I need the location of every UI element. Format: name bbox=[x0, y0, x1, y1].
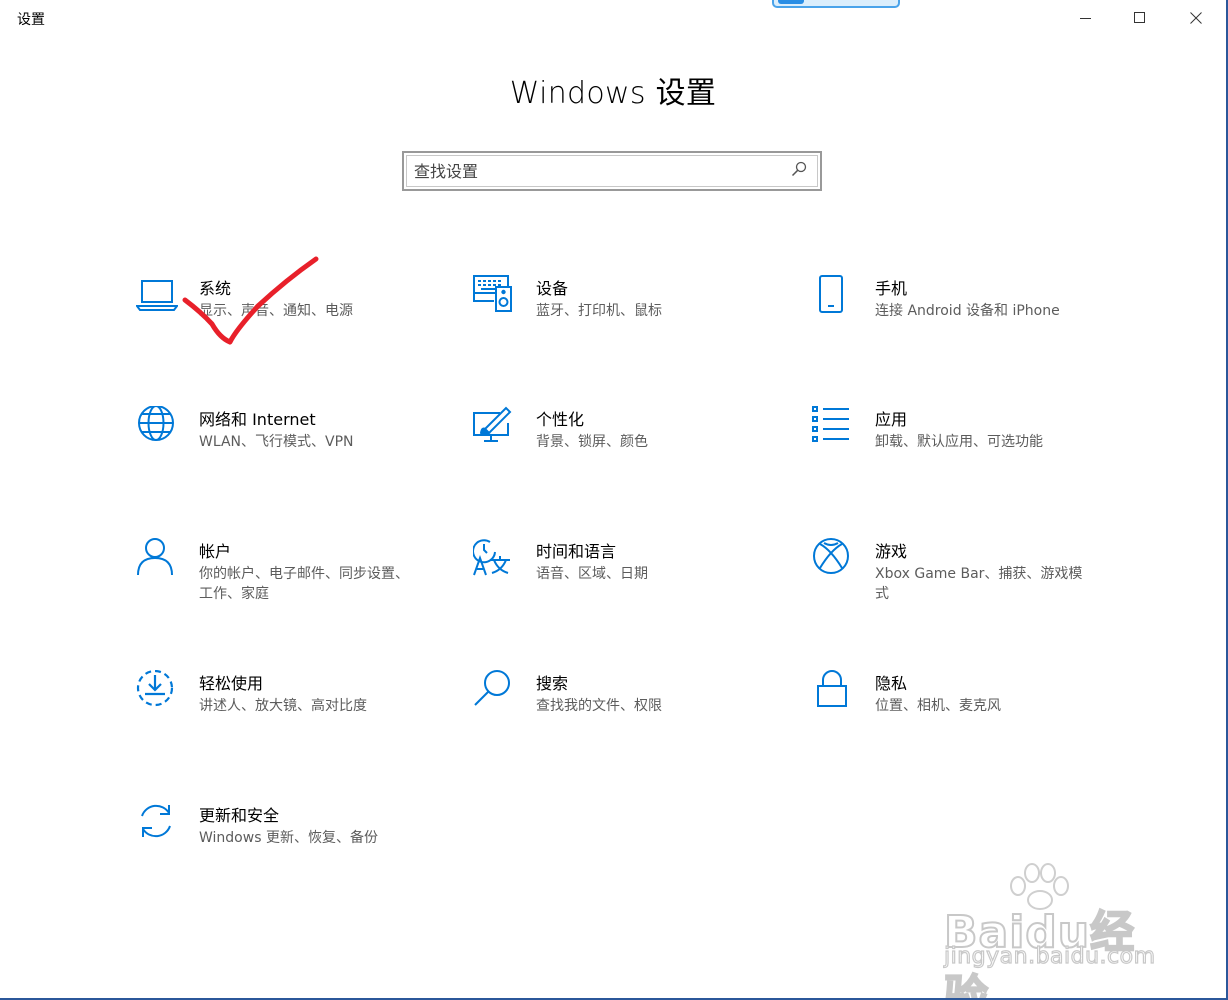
tile-gaming[interactable]: 游戏 Xbox Game Bar、捕获、游戏模式 bbox=[812, 538, 1102, 648]
ease-of-access-icon bbox=[136, 670, 178, 712]
tile-label: 网络和 Internet bbox=[199, 410, 316, 429]
sync-icon bbox=[136, 802, 178, 844]
tile-description: 显示、声音、通知、电源 bbox=[199, 303, 353, 319]
tile-personalization[interactable]: 个性化 背景、锁屏、颜色 bbox=[473, 406, 763, 516]
tile-label: 时间和语言 bbox=[536, 542, 617, 561]
tile-search[interactable]: 搜索 查找我的文件、权限 bbox=[473, 670, 763, 780]
baidu-watermark: Baidu经验 jingyan.baidu.com bbox=[938, 862, 1168, 998]
page-title: Windows 设置 bbox=[509, 76, 717, 111]
search-box[interactable] bbox=[402, 151, 822, 191]
tile-accounts[interactable]: 帐户 你的帐户、电子邮件、同步设置、工作、家庭 bbox=[136, 538, 426, 648]
tile-description: Windows 更新、恢复、备份 bbox=[199, 830, 378, 846]
tile-description: WLAN、飞行模式、VPN bbox=[199, 434, 354, 450]
tile-label: 隐私 bbox=[875, 674, 908, 693]
tile-description: 查找我的文件、权限 bbox=[536, 698, 662, 714]
tile-label: 系统 bbox=[199, 279, 232, 298]
tile-time-language[interactable]: 时间和语言 语音、区域、日期 bbox=[473, 538, 763, 648]
title-bar: 设置 bbox=[0, 0, 1226, 36]
close-icon bbox=[1190, 12, 1202, 24]
xbox-icon bbox=[812, 538, 854, 580]
settings-window: 设置 Windows 设置 系统 显示、声音、通知、电源 bbox=[0, 0, 1228, 1000]
lock-icon bbox=[812, 670, 854, 712]
tile-description: 讲述人、放大镜、高对比度 bbox=[199, 698, 367, 714]
tile-description: 位置、相机、麦克风 bbox=[875, 698, 1001, 714]
tile-update-security[interactable]: 更新和安全 Windows 更新、恢复、备份 bbox=[136, 802, 426, 912]
search-icon bbox=[473, 670, 515, 712]
tile-label: 搜索 bbox=[536, 674, 569, 693]
tile-label: 设备 bbox=[536, 279, 569, 298]
tile-system[interactable]: 系统 显示、声音、通知、电源 bbox=[136, 275, 426, 385]
minimize-icon bbox=[1080, 18, 1091, 19]
tile-description: 语音、区域、日期 bbox=[536, 566, 648, 582]
maximize-icon bbox=[1134, 12, 1145, 23]
tile-description: 背景、锁屏、颜色 bbox=[536, 434, 648, 450]
apps-list-icon bbox=[812, 406, 854, 448]
tile-label: 手机 bbox=[875, 279, 908, 298]
time-language-icon bbox=[473, 538, 515, 580]
tile-label: 应用 bbox=[875, 410, 908, 429]
tile-label: 个性化 bbox=[536, 410, 585, 429]
tile-network[interactable]: 网络和 Internet WLAN、飞行模式、VPN bbox=[136, 406, 426, 516]
globe-icon bbox=[136, 406, 178, 448]
tile-description: 连接 Android 设备和 iPhone bbox=[875, 303, 1060, 319]
laptop-icon bbox=[136, 275, 178, 317]
person-icon bbox=[136, 538, 178, 580]
tile-description: Xbox Game Bar、捕获、游戏模式 bbox=[875, 566, 1083, 602]
tile-privacy[interactable]: 隐私 位置、相机、麦克风 bbox=[812, 670, 1102, 780]
tile-label: 更新和安全 bbox=[199, 806, 280, 825]
search-input[interactable] bbox=[414, 159, 774, 183]
phone-icon bbox=[812, 275, 854, 317]
magnifier-icon[interactable] bbox=[791, 161, 807, 177]
watermark-url: jingyan.baidu.com bbox=[943, 943, 1156, 969]
tile-description: 蓝牙、打印机、鼠标 bbox=[536, 303, 662, 319]
close-button[interactable] bbox=[1168, 0, 1224, 36]
tile-devices[interactable]: 设备 蓝牙、打印机、鼠标 bbox=[473, 275, 763, 385]
minimize-button[interactable] bbox=[1058, 0, 1114, 36]
tile-label: 帐户 bbox=[199, 542, 232, 561]
tile-label: 轻松使用 bbox=[199, 674, 264, 693]
tile-apps[interactable]: 应用 卸载、默认应用、可选功能 bbox=[812, 406, 1102, 516]
tile-label: 游戏 bbox=[875, 542, 908, 561]
personalization-icon bbox=[473, 406, 515, 448]
tile-description: 卸载、默认应用、可选功能 bbox=[875, 434, 1043, 450]
tile-description: 你的帐户、电子邮件、同步设置、工作、家庭 bbox=[199, 566, 409, 602]
maximize-button[interactable] bbox=[1112, 0, 1168, 36]
floating-toolbar-tab[interactable] bbox=[772, 0, 900, 8]
tile-phone[interactable]: 手机 连接 Android 设备和 iPhone bbox=[812, 275, 1102, 385]
devices-icon bbox=[473, 275, 515, 317]
app-title: 设置 bbox=[17, 12, 45, 28]
tile-ease-of-access[interactable]: 轻松使用 讲述人、放大镜、高对比度 bbox=[136, 670, 426, 780]
